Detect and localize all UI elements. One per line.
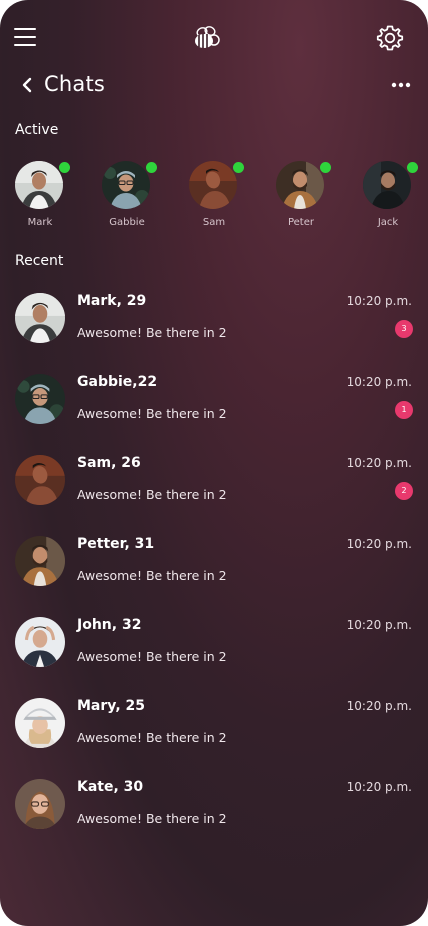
- chat-name: Kate, 30: [77, 779, 144, 795]
- active-user-jack[interactable]: Jack: [358, 161, 418, 233]
- chat-screen: Chats Active Mark Gabbie Sam Peter Jack …: [0, 0, 428, 926]
- active-user-name: Sam: [202, 217, 226, 228]
- chat-time: 10:20 p.m.: [346, 537, 412, 551]
- chat-row-mark[interactable]: Mark, 29 Awesome! Be there in 2 10:20 p.…: [0, 293, 428, 363]
- avatar: [15, 698, 65, 748]
- online-indicator: [59, 162, 70, 173]
- online-indicator: [233, 162, 244, 173]
- chat-row-gabbie[interactable]: Gabbie,22 Awesome! Be there in 2 10:20 p…: [0, 374, 428, 444]
- chat-row-john[interactable]: John, 32 Awesome! Be there in 2 10:20 p.…: [0, 617, 428, 687]
- avatar: [15, 374, 65, 424]
- chat-row-mary[interactable]: Mary, 25 Awesome! Be there in 2 10:20 p.…: [0, 698, 428, 768]
- chat-name: Gabbie,22: [77, 374, 158, 390]
- active-user-name: Gabbie: [109, 217, 145, 228]
- active-user-name: Jack: [377, 217, 399, 228]
- chat-time: 10:20 p.m.: [346, 780, 412, 794]
- unread-badge: 2: [395, 482, 413, 500]
- online-indicator: [407, 162, 418, 173]
- chat-last-message: Awesome! Be there in 2: [77, 325, 227, 340]
- active-section-label: Active: [15, 122, 59, 138]
- active-user-name: Peter: [287, 217, 314, 228]
- unread-badge: 3: [395, 320, 413, 338]
- recent-section-label: Recent: [15, 253, 64, 269]
- chat-time: 10:20 p.m.: [346, 699, 412, 713]
- chat-name: Mark, 29: [77, 293, 147, 309]
- avatar: [363, 161, 411, 209]
- active-user-mark[interactable]: Mark: [10, 161, 70, 233]
- online-indicator: [146, 162, 157, 173]
- avatar: [276, 161, 324, 209]
- chat-row-kate[interactable]: Kate, 30 Awesome! Be there in 2 10:20 p.…: [0, 779, 428, 849]
- chat-time: 10:20 p.m.: [346, 618, 412, 632]
- hamburger-menu-icon[interactable]: [14, 26, 36, 46]
- avatar: [189, 161, 237, 209]
- active-user-peter[interactable]: Peter: [271, 161, 331, 233]
- avatar: [15, 779, 65, 829]
- avatar: [15, 455, 65, 505]
- avatar: [15, 617, 65, 667]
- page-title: Chats: [44, 72, 106, 96]
- chat-name: Sam, 26: [77, 455, 141, 471]
- bee-logo-icon: [191, 24, 221, 52]
- active-user-sam[interactable]: Sam: [184, 161, 244, 233]
- chat-last-message: Awesome! Be there in 2: [77, 406, 227, 421]
- more-horizontal-icon[interactable]: [390, 80, 412, 90]
- chat-last-message: Awesome! Be there in 2: [77, 811, 227, 826]
- chat-row-petter[interactable]: Petter, 31 Awesome! Be there in 2 10:20 …: [0, 536, 428, 606]
- chat-name: Petter, 31: [77, 536, 155, 552]
- chat-last-message: Awesome! Be there in 2: [77, 487, 227, 502]
- avatar: [15, 293, 65, 343]
- chat-name: Mary, 25: [77, 698, 145, 714]
- chat-last-message: Awesome! Be there in 2: [77, 649, 227, 664]
- chat-time: 10:20 p.m.: [346, 456, 412, 470]
- chat-time: 10:20 p.m.: [346, 294, 412, 308]
- avatar: [15, 536, 65, 586]
- active-user-gabbie[interactable]: Gabbie: [97, 161, 157, 233]
- online-indicator: [320, 162, 331, 173]
- chat-name: John, 32: [77, 617, 142, 633]
- gear-icon[interactable]: [376, 24, 404, 52]
- avatar: [15, 161, 63, 209]
- chat-last-message: Awesome! Be there in 2: [77, 730, 227, 745]
- chat-time: 10:20 p.m.: [346, 375, 412, 389]
- chat-last-message: Awesome! Be there in 2: [77, 568, 227, 583]
- chevron-left-icon[interactable]: [20, 76, 34, 94]
- chat-row-sam[interactable]: Sam, 26 Awesome! Be there in 2 10:20 p.m…: [0, 455, 428, 525]
- unread-badge: 1: [395, 401, 413, 419]
- active-user-name: Mark: [27, 217, 53, 228]
- avatar: [102, 161, 150, 209]
